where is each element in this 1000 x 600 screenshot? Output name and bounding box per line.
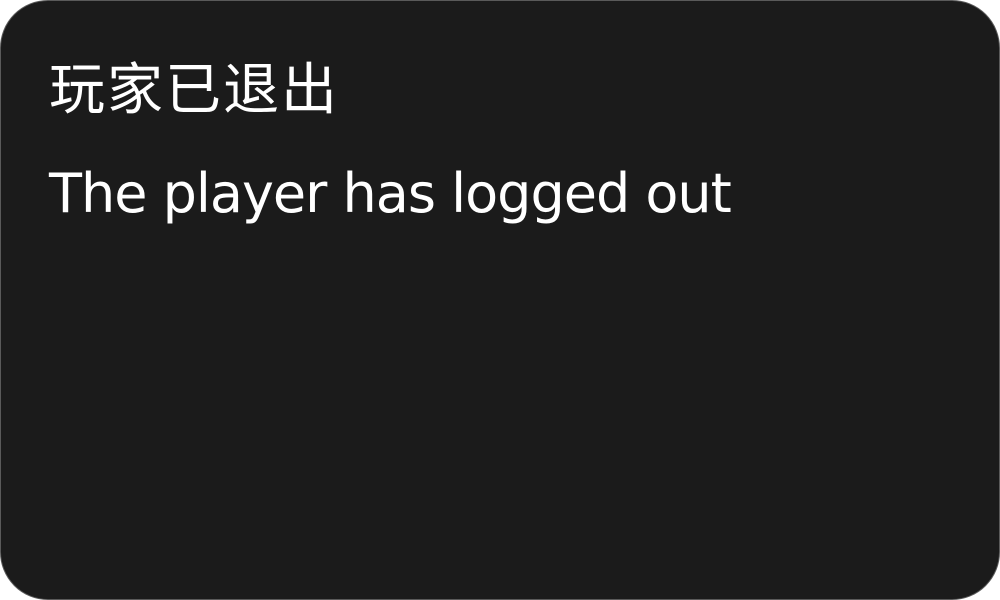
notice-title-chinese: 玩家已退出 [49,58,339,123]
logout-notice-panel: 玩家已退出 The player has logged out [0,0,1000,600]
notice-message-english: The player has logged out [49,162,732,225]
